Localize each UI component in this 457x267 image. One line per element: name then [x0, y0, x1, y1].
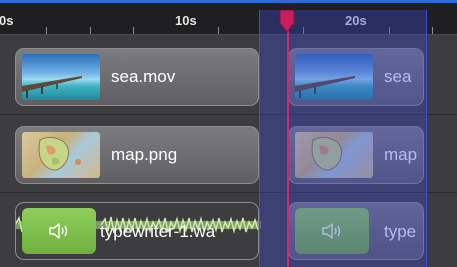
map-image	[38, 136, 81, 171]
image-clip-map[interactable]: map.png	[15, 126, 259, 184]
video-clip-label: sea.mov	[111, 67, 176, 86]
ruler-label-10s: 10s	[175, 13, 197, 28]
pier-image	[22, 76, 82, 98]
video-clip-sea[interactable]: sea.mov	[15, 48, 259, 106]
timeline[interactable]: 0s 10s 20s sea.mov sea map.png map typew…	[0, 0, 457, 267]
audio-clip-typewriter[interactable]: typewriter-1.wa	[15, 202, 259, 260]
playhead-line[interactable]	[287, 18, 289, 267]
ruler-accent-bar	[0, 0, 457, 3]
audio-icon-box	[22, 208, 96, 254]
ruler-label-0s: 0s	[0, 13, 14, 28]
ruler-tick	[133, 27, 134, 34]
ruler-tick	[46, 27, 47, 34]
ruler-tick	[432, 27, 433, 34]
ruler-tick	[218, 27, 219, 34]
speaker-icon	[49, 223, 68, 239]
audio-clip-label: typewriter-1.wa	[100, 222, 216, 241]
map-thumbnail	[22, 132, 100, 178]
image-clip-label: map.png	[111, 145, 178, 164]
ruler-tick	[90, 27, 91, 34]
playhead-icon[interactable]	[277, 10, 297, 34]
selection-range[interactable]	[259, 10, 427, 267]
sea-thumbnail	[22, 54, 100, 100]
